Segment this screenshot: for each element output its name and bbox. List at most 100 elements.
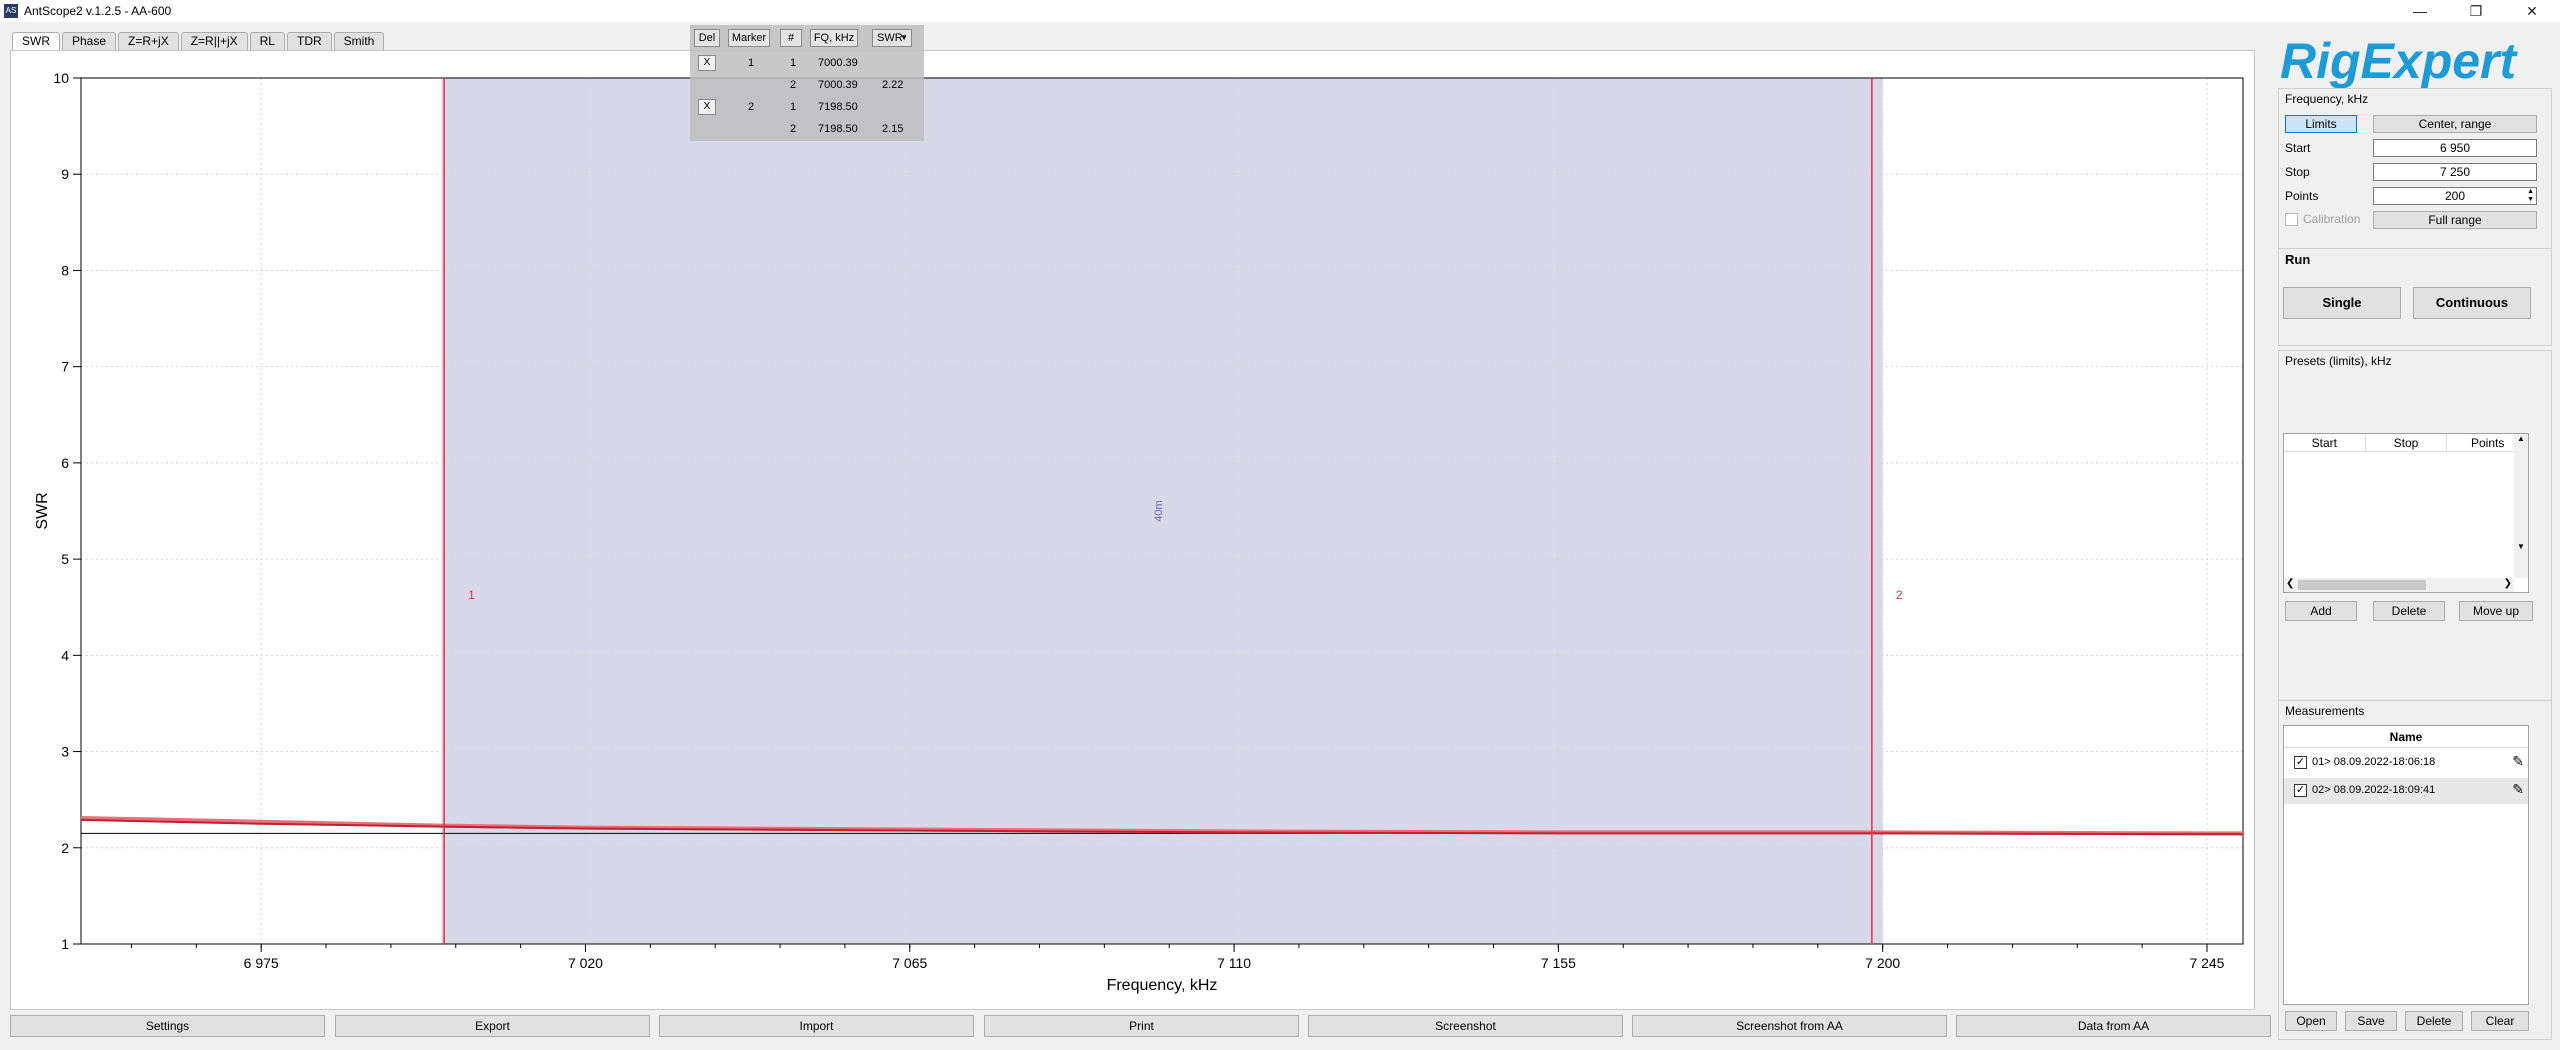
y-tick-label: 8 — [61, 262, 69, 278]
edit-pencil-icon[interactable]: ✎ — [2512, 753, 2524, 770]
scroll-right-icon[interactable]: ❯ — [2504, 578, 2512, 589]
y-tick-label: 3 — [61, 744, 69, 760]
measurement-name: 01> 08.09.2022-18:06:18 — [2312, 756, 2436, 768]
marker-cell: 1 — [748, 57, 755, 69]
marker-table-header-del[interactable]: Del — [694, 29, 720, 47]
run-group: Run Single Continuous — [2278, 248, 2552, 346]
stop-frequency-input[interactable]: 7 250 — [2373, 163, 2537, 181]
presets-column-stop[interactable]: Stop — [2366, 434, 2448, 451]
limits-button[interactable]: Limits — [2285, 115, 2357, 133]
measurements-column-name[interactable]: Name — [2284, 726, 2528, 748]
points-value: 200 — [2444, 189, 2466, 203]
frequency-group: Frequency, kHz Limits Center, range Star… — [2278, 88, 2552, 260]
chart-tabs: SWR Phase Z=R+jX Z=R||+jX RL TDR Smith — [12, 32, 385, 51]
presets-column-start[interactable]: Start — [2284, 434, 2366, 451]
x-tick-label: 6 975 — [244, 955, 279, 971]
y-tick-label: 1 — [61, 936, 69, 952]
swr-cell: 2.15 — [882, 123, 904, 135]
num-cell: 2 — [790, 79, 797, 91]
full-range-button[interactable]: Full range — [2373, 211, 2537, 229]
points-spinbox[interactable]: 200 ▲ ▼ — [2373, 187, 2537, 205]
edit-pencil-icon[interactable]: ✎ — [2512, 781, 2524, 798]
preset-move-up-button[interactable]: Move up — [2459, 601, 2533, 621]
tab-z-parallel[interactable]: Z=R||+jX — [180, 32, 248, 50]
measurements-table[interactable]: Name ✓ 01> 08.09.2022-18:06:18 ✎ ✓ 02> 0… — [2283, 725, 2529, 1005]
tab-smith[interactable]: Smith — [333, 32, 385, 50]
logo-text: RigExpert — [2280, 33, 2519, 88]
measurement-checkbox[interactable]: ✓ — [2294, 784, 2307, 797]
tab-z-series[interactable]: Z=R+jX — [118, 32, 179, 50]
tab-phase[interactable]: Phase — [62, 32, 117, 50]
window-title: AntScope2 v.1.2.5 - AA-600 — [24, 4, 172, 18]
preset-delete-button[interactable]: Delete — [2373, 601, 2445, 621]
swr-chart-svg[interactable]: 6 975 7 020 7 065 7 110 7 155 7 200 7 24512345… — [11, 51, 2256, 1011]
y-tick-label: 9 — [61, 166, 69, 182]
tab-swr[interactable]: SWR — [12, 32, 60, 51]
tab-tdr[interactable]: TDR — [286, 32, 332, 50]
delete-marker-2-button[interactable]: X — [698, 99, 716, 115]
fq-cell: 7198.50 — [818, 101, 858, 113]
measurements-clear-button[interactable]: Clear — [2471, 1011, 2529, 1031]
presets-horizontal-scrollbar[interactable]: ❮ ❯ — [2284, 578, 2514, 592]
scrollbar-thumb[interactable] — [2298, 580, 2426, 590]
measurement-checkbox[interactable]: ✓ — [2294, 756, 2307, 769]
app-icon: AS — [4, 4, 18, 18]
x-tick-label: 7 065 — [892, 955, 927, 971]
x-tick-label: 7 155 — [1541, 955, 1576, 971]
spinner-arrows-icon[interactable]: ▲ ▼ — [2527, 188, 2534, 204]
y-tick-label: 6 — [61, 455, 69, 471]
num-cell: 1 — [790, 57, 797, 69]
fq-cell: 7198.50 — [818, 123, 858, 135]
marker-table-header-swr[interactable]: SWR ▼ — [872, 29, 912, 47]
measurements-group: Measurements Name ✓ 01> 08.09.2022-18:06… — [2278, 700, 2552, 1040]
center-range-button[interactable]: Center, range — [2373, 115, 2537, 133]
scroll-left-icon[interactable]: ❮ — [2286, 578, 2294, 589]
measurement-row[interactable]: ✓ 01> 08.09.2022-18:06:18 ✎ — [2284, 750, 2528, 776]
screenshot-from-aa-button[interactable]: Screenshot from AA — [1632, 1015, 1947, 1037]
measurements-delete-button[interactable]: Delete — [2405, 1011, 2463, 1031]
run-group-title: Run — [2285, 252, 2311, 267]
fq-cell: 7000.39 — [818, 79, 858, 91]
calibration-checkbox[interactable] — [2285, 213, 2298, 226]
marker-table: Del Marker # FQ, kHz SWR ▼ X 1 1 7000.39 … — [690, 25, 924, 141]
y-tick-label: 5 — [61, 551, 69, 567]
settings-button[interactable]: Settings — [10, 1015, 325, 1037]
x-tick-label: 7 020 — [568, 955, 603, 971]
data-from-aa-button[interactable]: Data from AA — [1956, 1015, 2271, 1037]
marker-label: 2 — [1896, 588, 1903, 602]
screenshot-button[interactable]: Screenshot — [1308, 1015, 1623, 1037]
measurement-row[interactable]: ✓ 02> 08.09.2022-18:09:41 ✎ — [2284, 778, 2528, 804]
single-run-button[interactable]: Single — [2283, 287, 2401, 319]
import-button[interactable]: Import — [659, 1015, 974, 1037]
start-frequency-input[interactable]: 6 950 — [2373, 139, 2537, 157]
presets-vertical-scrollbar[interactable]: ▲ ▼ — [2514, 434, 2528, 578]
marker-table-header-marker[interactable]: Marker — [728, 29, 770, 47]
presets-table[interactable]: Start Stop Points ❮ ❯ ▲ ▼ — [2283, 433, 2529, 593]
calibration-label: Calibration — [2303, 212, 2361, 226]
presets-group: Presets (limits), kHz Start Stop Points … — [2278, 350, 2552, 720]
restore-icon[interactable]: ❐ — [2448, 0, 2504, 22]
delete-marker-1-button[interactable]: X — [698, 55, 716, 71]
x-axis-label: Frequency, kHz — [1107, 977, 1218, 994]
num-cell: 2 — [790, 123, 797, 135]
right-panel: RigExpert Frequency, kHz Limits Center, … — [2270, 28, 2560, 1050]
continuous-run-button[interactable]: Continuous — [2413, 287, 2531, 319]
export-button[interactable]: Export — [335, 1015, 650, 1037]
minimize-icon[interactable]: — — [2392, 0, 2448, 22]
x-tick-label: 7 200 — [1865, 955, 1900, 971]
close-icon[interactable]: ✕ — [2504, 0, 2560, 22]
marker-table-header-num[interactable]: # — [780, 29, 802, 47]
stop-label: Stop — [2285, 165, 2310, 179]
presets-group-title: Presets (limits), kHz — [2285, 354, 2392, 368]
marker-label: 1 — [468, 588, 475, 602]
swr-chart[interactable]: 6 975 7 020 7 065 7 110 7 155 7 200 7 245 1 2 3 4 5… — [10, 50, 2255, 1010]
measurements-open-button[interactable]: Open — [2285, 1011, 2337, 1031]
x-tick-label: 7 110 — [1217, 955, 1251, 971]
preset-add-button[interactable]: Add — [2285, 601, 2357, 621]
tab-rl[interactable]: RL — [249, 32, 285, 50]
marker-table-header-fq[interactable]: FQ, kHz — [810, 29, 858, 47]
y-tick-label: 4 — [61, 647, 69, 663]
measurements-save-button[interactable]: Save — [2345, 1011, 2397, 1031]
print-button[interactable]: Print — [984, 1015, 1299, 1037]
marker-cell: 2 — [748, 101, 755, 113]
